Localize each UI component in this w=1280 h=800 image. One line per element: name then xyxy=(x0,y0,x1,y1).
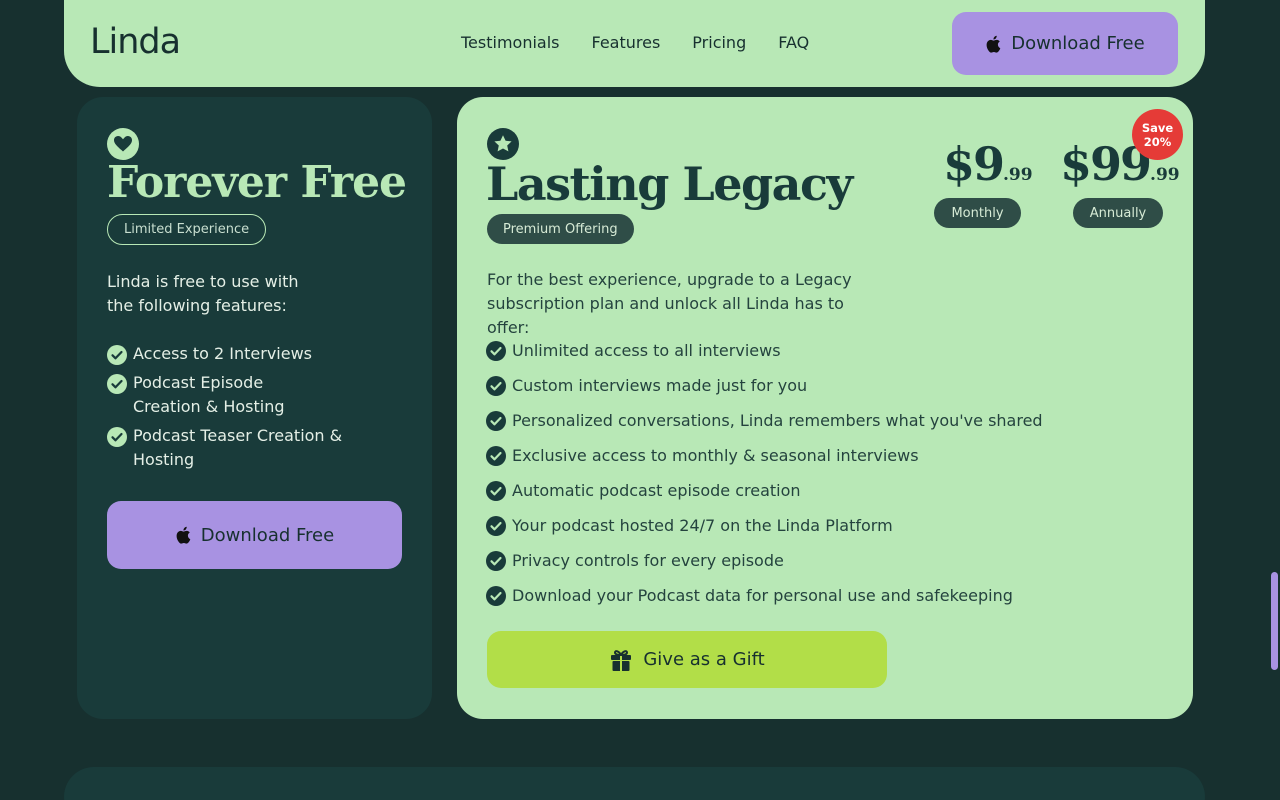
monthly-label[interactable]: Monthly xyxy=(934,198,1021,228)
annual-label[interactable]: Annually xyxy=(1073,198,1163,228)
check-circle-icon xyxy=(107,345,127,365)
check-circle-icon xyxy=(107,374,127,394)
legacy-feature-text: Unlimited access to all interviews xyxy=(512,341,781,360)
gift-icon xyxy=(611,649,632,671)
check-circle-icon xyxy=(486,550,506,571)
check-circle-icon xyxy=(486,515,506,536)
legacy-feature-text: Automatic podcast episode creation xyxy=(512,481,801,500)
free-feature-text: Access to 2 Interviews xyxy=(133,344,313,363)
save-badge: Save 20% xyxy=(1132,109,1183,160)
star-icon xyxy=(494,135,512,152)
nav-download-button[interactable]: Download Free xyxy=(952,12,1178,75)
list-item: Automatic podcast episode creation xyxy=(486,473,1043,508)
forever-free-title: Forever Free xyxy=(107,157,407,208)
check-circle-icon xyxy=(486,445,506,466)
list-item: Podcast Episode Creation & Hosting xyxy=(107,371,407,419)
lasting-legacy-title: Lasting Legacy xyxy=(486,157,853,211)
nav-download-label: Download Free xyxy=(1011,33,1145,54)
nav-link-features[interactable]: Features xyxy=(592,33,661,52)
heart-badge xyxy=(107,128,139,160)
nav-links: Testimonials Features Pricing FAQ xyxy=(461,33,809,52)
legacy-feature-list: Unlimited access to all interviews Custo… xyxy=(486,333,1043,613)
list-item: Your podcast hosted 24/7 on the Linda Pl… xyxy=(486,508,1043,543)
monthly-price-cents: .99 xyxy=(1003,165,1033,185)
list-item: Unlimited access to all interviews xyxy=(486,333,1043,368)
legacy-feature-text: Exclusive access to monthly & seasonal i… xyxy=(512,446,919,465)
apple-icon xyxy=(176,526,191,544)
next-section-card xyxy=(64,767,1205,800)
star-badge xyxy=(487,128,519,160)
forever-free-card: Forever Free Limited Experience Linda is… xyxy=(77,97,432,719)
free-download-button[interactable]: Download Free xyxy=(107,501,402,569)
check-circle-icon xyxy=(107,427,127,447)
legacy-feature-text: Your podcast hosted 24/7 on the Linda Pl… xyxy=(512,516,893,535)
check-circle-icon xyxy=(486,410,506,431)
legacy-intro: For the best experience, upgrade to a Le… xyxy=(487,268,887,340)
free-feature-text-line2: Creation & Hosting xyxy=(133,397,285,416)
check-circle-icon xyxy=(486,480,506,501)
save-badge-line1: Save xyxy=(1141,120,1174,135)
legacy-intro-line1: For the best experience, upgrade to a Le… xyxy=(487,270,852,289)
free-feature-text: Podcast Episode xyxy=(133,373,264,392)
give-as-gift-button[interactable]: Give as a Gift xyxy=(487,631,887,688)
list-item: Download your Podcast data for personal … xyxy=(486,578,1043,613)
list-item: Personalized conversations, Linda rememb… xyxy=(486,403,1043,438)
legacy-feature-text: Download your Podcast data for personal … xyxy=(512,586,1013,605)
list-item: Privacy controls for every episode xyxy=(486,543,1043,578)
free-intro-line2: the following features: xyxy=(107,296,287,315)
legacy-feature-text: Privacy controls for every episode xyxy=(512,551,784,570)
nav-link-faq[interactable]: FAQ xyxy=(778,33,809,52)
lasting-legacy-card: Lasting Legacy Premium Offering $9.99 Mo… xyxy=(457,97,1193,719)
list-item: Exclusive access to monthly & seasonal i… xyxy=(486,438,1043,473)
heart-icon xyxy=(114,136,132,152)
premium-offering-tag: Premium Offering xyxy=(487,214,634,244)
legacy-intro-line2: subscription plan and unlock all Linda h… xyxy=(487,294,844,337)
apple-icon xyxy=(986,35,1001,53)
free-intro-line1: Linda is free to use with xyxy=(107,272,299,291)
annual-price-cents: .99 xyxy=(1150,165,1180,185)
legacy-feature-text: Personalized conversations, Linda rememb… xyxy=(512,411,1043,430)
nav-link-testimonials[interactable]: Testimonials xyxy=(461,33,560,52)
free-download-label: Download Free xyxy=(200,524,335,546)
list-item: Podcast Teaser Creation & Hosting xyxy=(107,424,407,472)
legacy-feature-text: Custom interviews made just for you xyxy=(512,376,808,395)
give-as-gift-label: Give as a Gift xyxy=(643,649,765,670)
limited-experience-tag: Limited Experience xyxy=(107,214,267,245)
check-circle-icon xyxy=(486,585,506,606)
free-feature-list: Access to 2 Interviews Podcast Episode Cr… xyxy=(107,342,407,477)
top-navbar: Linda Testimonials Features Pricing FAQ … xyxy=(64,0,1205,87)
check-circle-icon xyxy=(486,340,506,361)
list-item: Custom interviews made just for you xyxy=(486,368,1043,403)
free-intro: Linda is free to use with the following … xyxy=(107,270,327,318)
monthly-price: $9.99 xyxy=(943,137,1033,191)
linda-logo[interactable]: Linda xyxy=(90,22,181,62)
save-badge-line2: 20% xyxy=(1143,134,1172,149)
free-feature-text: Podcast Teaser Creation & Hosting xyxy=(133,426,343,469)
scrollbar-thumb[interactable] xyxy=(1271,572,1278,670)
nav-link-pricing[interactable]: Pricing xyxy=(692,33,746,52)
list-item: Access to 2 Interviews xyxy=(107,342,407,366)
monthly-price-dollars: $9 xyxy=(943,137,1005,191)
check-circle-icon xyxy=(486,375,506,396)
